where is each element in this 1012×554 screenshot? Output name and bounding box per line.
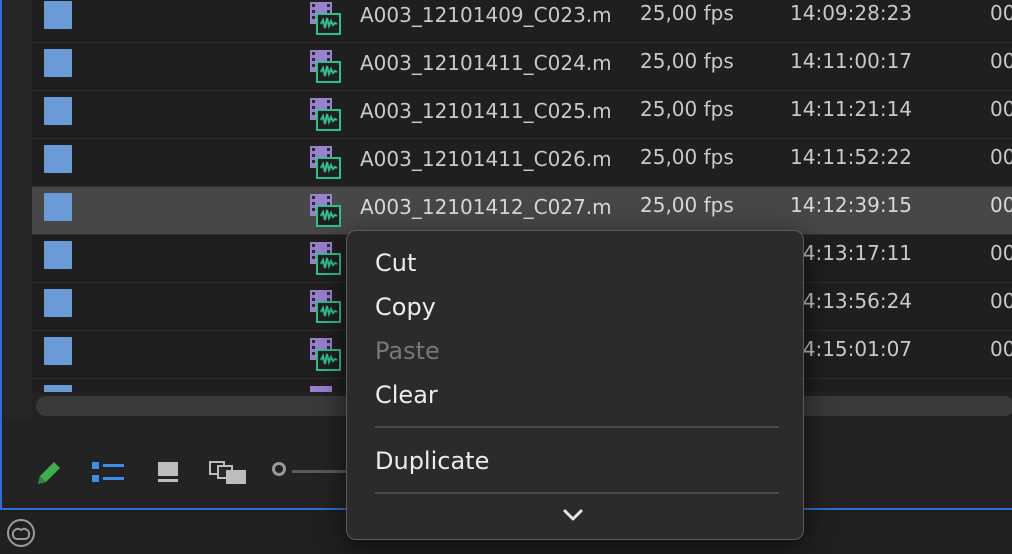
- clip-name: A003_12101411_C025.m: [360, 99, 612, 123]
- panel-edge: [4, 0, 32, 420]
- icon-view-icon[interactable]: [156, 460, 180, 488]
- clip-frame-rate: 25,00 fps: [640, 1, 734, 25]
- clip-extra-column: 00: [990, 145, 1012, 169]
- zoom-slider-track[interactable]: [292, 470, 352, 473]
- clip-start-timecode: 14:11:21:14: [790, 97, 913, 121]
- media-clip-icon: [308, 288, 342, 324]
- table-row[interactable]: A003_12101409_C023.m 25,00 fps 14:09:28:23…: [32, 0, 1012, 43]
- label-color-swatch[interactable]: [44, 241, 72, 269]
- table-row[interactable]: A003_12101412_C027.m 25,00 fps 14:12:39:15…: [32, 187, 1012, 235]
- label-color-swatch[interactable]: [44, 1, 72, 29]
- clip-start-timecode: 14:13:17:11: [790, 241, 913, 265]
- label-color-swatch[interactable]: [44, 337, 72, 365]
- clip-start-timecode: 14:09:28:23: [790, 1, 913, 25]
- clip-extra-column: 00: [990, 49, 1012, 73]
- media-clip-icon: [308, 0, 342, 36]
- table-row[interactable]: A003_12101411_C024.m 25,00 fps 14:11:00:17…: [32, 43, 1012, 91]
- media-clip-icon: [308, 240, 342, 276]
- media-clip-icon: [308, 48, 342, 84]
- clip-extra-column: 00: [990, 241, 1012, 265]
- clip-name: A003_12101412_C027.m: [360, 195, 612, 219]
- menu-item-clear[interactable]: Clear: [375, 381, 438, 409]
- clip-frame-rate: 25,00 fps: [640, 97, 734, 121]
- clip-extra-column: 00: [990, 337, 1012, 361]
- menu-item-copy[interactable]: Copy: [375, 293, 436, 321]
- label-color-swatch[interactable]: [44, 289, 72, 317]
- table-row[interactable]: A003_12101411_C025.m 25,00 fps 14:11:21:14…: [32, 91, 1012, 139]
- clip-start-timecode: 14:12:39:15: [790, 193, 913, 217]
- clip-name: A003_12101411_C024.m: [360, 51, 612, 75]
- media-clip-icon: [308, 144, 342, 180]
- clip-start-timecode: 14:11:00:17: [790, 49, 913, 73]
- pencil-icon[interactable]: [34, 458, 62, 492]
- label-color-swatch[interactable]: [44, 97, 72, 125]
- media-clip-icon: [308, 384, 342, 392]
- creative-cloud-icon[interactable]: [4, 518, 38, 552]
- freeform-view-icon[interactable]: [208, 460, 248, 490]
- label-color-swatch[interactable]: [44, 385, 72, 392]
- clip-frame-rate: 25,00 fps: [640, 193, 734, 217]
- clip-start-timecode: 14:11:52:22: [790, 145, 913, 169]
- clip-name: A003_12101409_C023.m: [360, 3, 612, 27]
- menu-separator: [375, 492, 779, 494]
- media-clip-icon: [308, 96, 342, 132]
- zoom-slider-knob[interactable]: [272, 462, 286, 476]
- clip-extra-column: 00: [990, 1, 1012, 25]
- label-color-swatch[interactable]: [44, 49, 72, 77]
- menu-item-cut[interactable]: Cut: [375, 249, 416, 277]
- media-clip-icon: [308, 192, 342, 228]
- clip-frame-rate: 25,00 fps: [640, 49, 734, 73]
- media-clip-icon: [308, 336, 342, 372]
- clip-start-timecode: 14:15:01:07: [790, 337, 913, 361]
- context-menu: Cut Copy Paste Clear Duplicate: [346, 230, 804, 540]
- chevron-down-icon[interactable]: [561, 507, 585, 527]
- table-row[interactable]: A003_12101411_C026.m 25,00 fps 14:11:52:22…: [32, 139, 1012, 187]
- menu-item-paste: Paste: [375, 337, 440, 365]
- menu-item-duplicate[interactable]: Duplicate: [375, 447, 489, 475]
- label-color-swatch[interactable]: [44, 193, 72, 221]
- clip-name: A003_12101411_C026.m: [360, 147, 612, 171]
- clip-frame-rate: 25,00 fps: [640, 145, 734, 169]
- list-view-icon[interactable]: [90, 460, 126, 488]
- label-color-swatch[interactable]: [44, 145, 72, 173]
- clip-extra-column: 00: [990, 289, 1012, 313]
- clip-start-timecode: 14:13:56:24: [790, 289, 913, 313]
- clip-extra-column: 00: [990, 193, 1012, 217]
- menu-separator: [375, 426, 779, 428]
- clip-extra-column: 00: [990, 97, 1012, 121]
